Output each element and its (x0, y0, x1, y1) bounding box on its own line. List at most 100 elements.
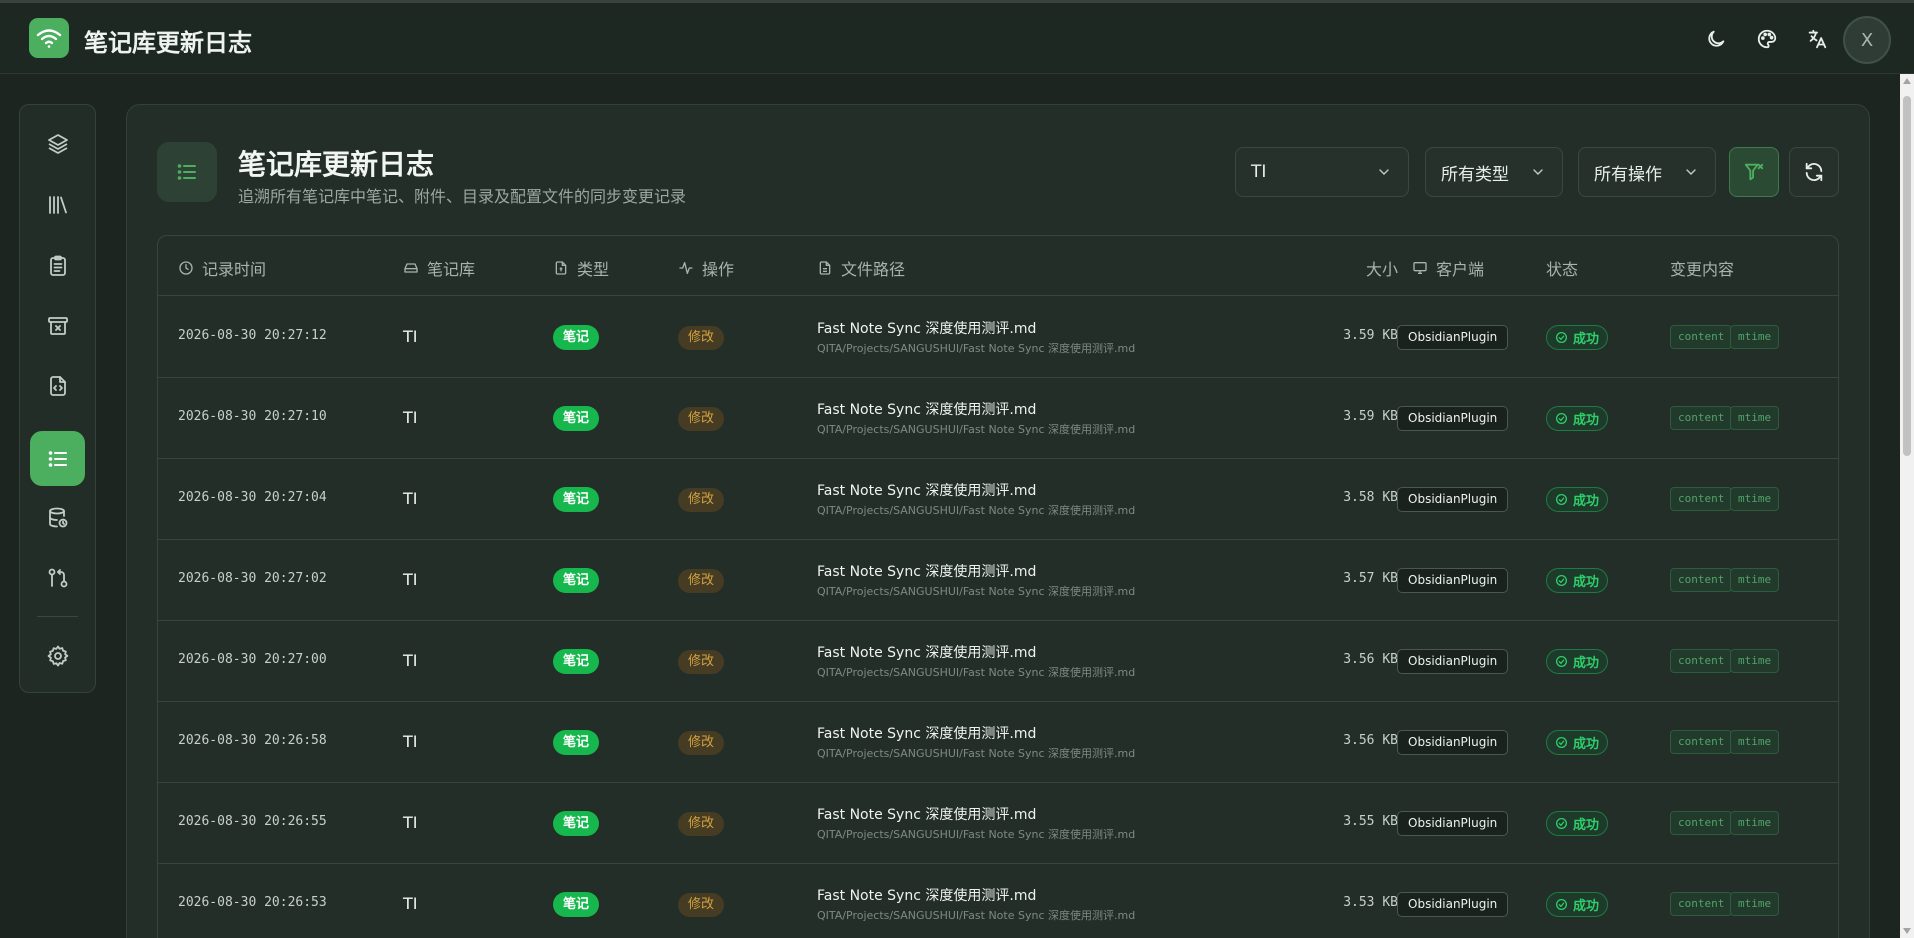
type-badge: 笔记 (553, 406, 600, 431)
code-file-icon[interactable] (30, 358, 85, 413)
operation-badge: 修改 (678, 569, 725, 593)
col-vault[interactable]: 笔记库 (403, 256, 475, 280)
archive-icon[interactable] (30, 298, 85, 353)
status-label: 成功 (1573, 737, 1600, 752)
cell-time: 2026-08-30 20:27:00 (178, 652, 327, 667)
col-status[interactable]: 状态 (1546, 256, 1578, 280)
table-row[interactable]: 2026-08-30 20:26:53 TI 笔记 修改 Fast Note Sync … (158, 864, 1838, 938)
table-row[interactable]: 2026-08-30 20:27:04 TI 笔记 修改 Fast Note Sync … (158, 459, 1838, 540)
palette-icon[interactable] (1752, 24, 1782, 54)
col-op[interactable]: 操作 (678, 256, 734, 280)
page-scrollbar[interactable] (1900, 74, 1914, 938)
change-tag: content (1670, 730, 1733, 754)
cell-file-name[interactable]: Fast Note Sync 深度使用测评.md (817, 885, 1036, 905)
change-tag: mtime (1730, 568, 1780, 592)
col-time-label: 记录时间 (202, 260, 267, 279)
type-badge: 笔记 (553, 811, 600, 836)
clear-filter-button[interactable] (1729, 147, 1779, 197)
scroll-thumb[interactable] (1903, 96, 1911, 456)
cell-time: 2026-08-30 20:26:53 (178, 895, 327, 910)
translate-icon[interactable] (1802, 24, 1832, 54)
database-icon[interactable] (30, 490, 85, 545)
cell-file-name[interactable]: Fast Note Sync 深度使用测评.md (817, 480, 1036, 500)
scroll-up-arrow[interactable] (1903, 78, 1911, 84)
change-tag: mtime (1730, 325, 1780, 349)
vault-select-value: TI (1251, 162, 1267, 182)
cell-vault: TI (403, 408, 418, 427)
vault-select[interactable]: TI (1235, 147, 1409, 197)
library-icon[interactable] (30, 177, 85, 232)
clipboard-icon[interactable] (30, 238, 85, 293)
status-badge: 成功 (1546, 892, 1609, 917)
cell-file-name[interactable]: Fast Note Sync 深度使用测评.md (817, 399, 1036, 419)
table-row[interactable]: 2026-08-30 20:27:02 TI 笔记 修改 Fast Note Sync … (158, 540, 1838, 621)
table-header: 记录时间 笔记库 类型 操作 文件路径 大小 客户端 状态 变更内容 (158, 236, 1838, 296)
cell-file-name[interactable]: Fast Note Sync 深度使用测评.md (817, 723, 1036, 743)
cell-file-name[interactable]: Fast Note Sync 深度使用测评.md (817, 561, 1036, 581)
status-badge: 成功 (1546, 568, 1609, 593)
operation-badge: 修改 (678, 326, 725, 350)
check-circle-icon (1555, 655, 1568, 668)
cell-time: 2026-08-30 20:26:55 (178, 814, 327, 829)
activity-icon (679, 262, 693, 274)
cell-file-path: QITA/Projects/SANGUSHUI/Fast Note Sync 深… (817, 909, 1136, 922)
col-path[interactable]: 文件路径 (817, 256, 905, 280)
status-label: 成功 (1573, 575, 1600, 590)
operation-badge: 修改 (678, 650, 725, 674)
table-row[interactable]: 2026-08-30 20:27:00 TI 笔记 修改 Fast Note Sync … (158, 621, 1838, 702)
moon-icon[interactable] (1701, 24, 1731, 54)
status-badge: 成功 (1546, 811, 1609, 836)
type-select[interactable]: 所有类型 (1425, 147, 1563, 197)
client-badge: ObsidianPlugin (1397, 568, 1509, 593)
table-row[interactable]: 2026-08-30 20:27:12 TI 笔记 修改 Fast Note Sync … (158, 297, 1838, 378)
cell-file-path: QITA/Projects/SANGUSHUI/Fast Note Sync 深… (817, 828, 1136, 841)
type-badge: 笔记 (553, 568, 600, 593)
change-tag: content (1670, 487, 1733, 511)
monitor-icon (1413, 262, 1427, 274)
cell-file-path: QITA/Projects/SANGUSHUI/Fast Note Sync 深… (817, 342, 1136, 355)
cell-size: 3.55 KB (1343, 814, 1398, 829)
status-badge: 成功 (1546, 487, 1609, 512)
cell-file-name[interactable]: Fast Note Sync 深度使用测评.md (817, 642, 1036, 662)
change-tag: mtime (1730, 811, 1780, 835)
table-row[interactable]: 2026-08-30 20:26:55 TI 笔记 修改 Fast Note Sync … (158, 783, 1838, 864)
col-client[interactable]: 客户端 (1412, 256, 1484, 280)
check-circle-icon (1555, 736, 1568, 749)
cell-file-name[interactable]: Fast Note Sync 深度使用测评.md (817, 804, 1036, 824)
change-tag: mtime (1730, 406, 1780, 430)
page-title: 笔记库更新日志 (238, 148, 435, 181)
change-tag: mtime (1730, 730, 1780, 754)
list-icon[interactable] (30, 431, 85, 486)
cell-time: 2026-08-30 20:27:12 (178, 328, 327, 343)
col-changes[interactable]: 变更内容 (1670, 256, 1734, 280)
user-avatar[interactable]: X (1843, 16, 1891, 64)
status-label: 成功 (1573, 818, 1600, 833)
scroll-down-arrow[interactable] (1903, 928, 1911, 934)
cell-file-path: QITA/Projects/SANGUSHUI/Fast Note Sync 深… (817, 585, 1136, 598)
type-badge: 笔记 (553, 892, 600, 917)
change-tag: content (1670, 406, 1733, 430)
operation-badge: 修改 (678, 407, 725, 431)
check-circle-icon (1555, 574, 1568, 587)
col-type[interactable]: 类型 (553, 256, 609, 280)
client-badge: ObsidianPlugin (1397, 730, 1509, 755)
gear-icon[interactable] (30, 628, 85, 683)
refresh-icon (1805, 162, 1823, 182)
type-badge: 笔记 (553, 325, 600, 350)
col-path-label: 文件路径 (841, 260, 906, 279)
status-badge: 成功 (1546, 730, 1609, 755)
table-row[interactable]: 2026-08-30 20:27:10 TI 笔记 修改 Fast Note Sync … (158, 378, 1838, 459)
cell-file-name[interactable]: Fast Note Sync 深度使用测评.md (817, 318, 1036, 338)
list-icon (157, 142, 217, 202)
cell-file-path: QITA/Projects/SANGUSHUI/Fast Note Sync 深… (817, 504, 1136, 517)
col-size[interactable]: 大小 (1323, 256, 1398, 280)
git-compare-icon[interactable] (30, 550, 85, 605)
cell-file-path: QITA/Projects/SANGUSHUI/Fast Note Sync 深… (817, 666, 1136, 679)
operation-select[interactable]: 所有操作 (1578, 147, 1716, 197)
refresh-button[interactable] (1789, 147, 1839, 197)
table-row[interactable]: 2026-08-30 20:26:58 TI 笔记 修改 Fast Note Sync … (158, 702, 1838, 783)
col-time[interactable]: 记录时间 (178, 256, 266, 280)
wifi-logo-icon[interactable] (29, 18, 69, 58)
layers-icon[interactable] (30, 116, 85, 171)
check-circle-icon (1555, 331, 1568, 344)
